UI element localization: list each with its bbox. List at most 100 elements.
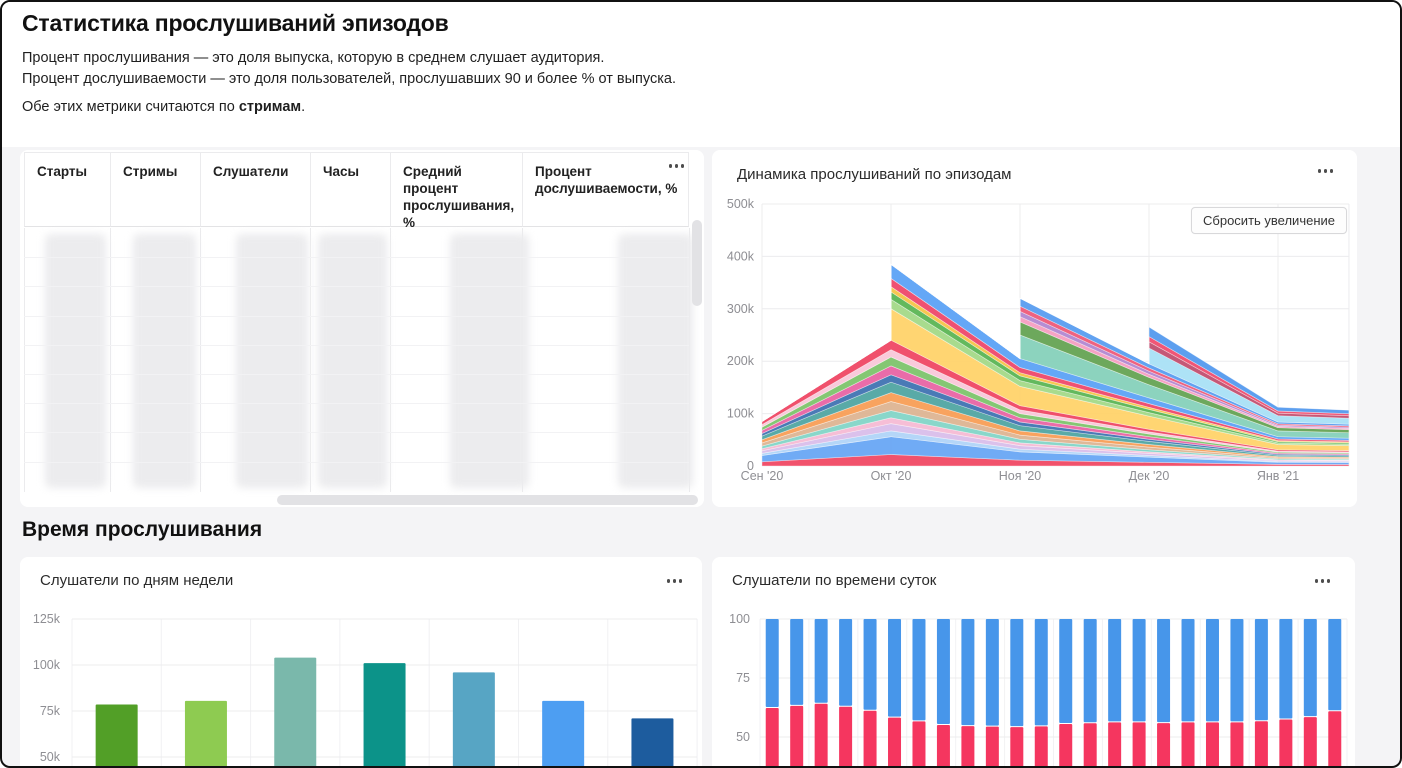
bar-segment-bottom	[1035, 726, 1048, 768]
bar-segment-bottom	[1206, 722, 1219, 768]
bar-segment-bottom	[1084, 723, 1097, 768]
ellipsis-icon	[1315, 579, 1319, 583]
bar-segment-top	[864, 619, 877, 710]
bar-segment-top	[1084, 619, 1097, 722]
y-axis-tick: 75	[736, 671, 750, 685]
bar-segment-bottom	[937, 725, 950, 768]
table-column-divider	[24, 228, 25, 492]
y-axis-tick: 100	[729, 612, 750, 626]
x-axis-tick: Окт '20	[871, 469, 912, 483]
episodes-table-card: СтартыСтримыСлушателиЧасыСредний процент…	[20, 150, 704, 507]
table-header-cell[interactable]: Слушатели	[200, 152, 310, 227]
blurred-cell-values	[450, 234, 529, 488]
horizontal-scrollbar[interactable]	[277, 495, 698, 505]
bar-segment-top	[1010, 619, 1023, 726]
bar-segment-top	[1230, 619, 1243, 721]
table-column-divider	[390, 228, 391, 492]
table-row-divider	[24, 403, 689, 404]
weekday-listeners-chart: 125k100k75k50k	[20, 597, 702, 768]
y-axis-tick: 50k	[40, 750, 61, 764]
y-axis-tick: 400k	[727, 249, 755, 263]
weekday-listeners-menu-button[interactable]	[663, 575, 687, 587]
daytime-listeners-chart: 100 75 50	[712, 597, 1355, 768]
bar-segment-bottom	[766, 708, 779, 768]
description-line-1: Процент прослушивания — это доля выпуска…	[22, 48, 604, 69]
x-axis-tick: Дек '20	[1129, 469, 1170, 483]
ellipsis-icon	[667, 579, 671, 583]
weekday-listeners-card: Слушатели по дням недели 125k100k75k50k	[20, 557, 702, 768]
bar	[364, 663, 406, 768]
episodes-dynamics-card: Динамика прослушиваний по эпизодам 500k4…	[712, 150, 1357, 507]
bar-segment-top	[961, 619, 974, 725]
bar-segment-top	[1328, 619, 1341, 710]
blurred-cell-values	[318, 234, 387, 488]
bar-segment-bottom	[1230, 722, 1243, 768]
episodes-table: СтартыСтримыСлушателиЧасыСредний процент…	[20, 150, 704, 507]
y-axis-tick: 100k	[33, 658, 61, 672]
table-header-cell[interactable]: Старты	[24, 152, 110, 227]
y-axis-tick: 200k	[727, 354, 755, 368]
table-row-divider	[24, 432, 689, 433]
bar-segment-top	[937, 619, 950, 724]
bar-segment-bottom	[986, 727, 999, 768]
table-menu-button[interactable]	[665, 160, 689, 172]
x-axis-tick: Янв '21	[1257, 469, 1299, 483]
bar	[631, 718, 673, 768]
bar-segment-top	[986, 619, 999, 726]
y-axis-tick: 75k	[40, 704, 61, 718]
table-row-divider	[24, 462, 689, 463]
metrics-note: Обе этих метрики считаются по стримам.	[22, 97, 305, 118]
table-column-divider	[200, 228, 201, 492]
bar-segment-top	[1279, 619, 1292, 719]
bar-segment-bottom	[1304, 717, 1317, 768]
blurred-cell-values	[236, 234, 308, 488]
daytime-listeners-menu-button[interactable]	[1311, 575, 1335, 587]
table-row-divider	[24, 374, 689, 375]
bar-segment-bottom	[1182, 722, 1195, 768]
bar-segment-top	[1182, 619, 1195, 721]
bar-segment-top	[1304, 619, 1317, 716]
table-row-divider	[24, 257, 689, 258]
bar-segment-bottom	[1133, 722, 1146, 768]
window-frame: Статистика прослушиваний эпизодов Процен…	[0, 0, 1402, 768]
bar-segment-top	[888, 619, 901, 717]
bar-segment-bottom	[815, 704, 828, 768]
vertical-scrollbar[interactable]	[692, 220, 702, 306]
weekday-listeners-title: Слушатели по дням недели	[40, 572, 233, 589]
reset-zoom-button[interactable]: Сбросить увеличение	[1191, 207, 1347, 234]
metrics-note-bold: стримам	[239, 99, 301, 115]
table-row-divider	[24, 345, 689, 346]
bar-segment-bottom	[839, 707, 852, 768]
bar-segment-top	[1108, 619, 1121, 721]
bar-segment-top	[790, 619, 803, 705]
bar-segment-top	[1157, 619, 1170, 722]
bar-segment-bottom	[1279, 720, 1292, 768]
bar-segment-top	[1035, 619, 1048, 725]
y-axis-tick: 500k	[727, 197, 755, 211]
blurred-cell-values	[618, 234, 693, 488]
bar-segment-bottom	[912, 721, 925, 768]
bar-segment-bottom	[790, 706, 803, 768]
description-line-2: Процент дослушиваемости — это доля польз…	[22, 69, 676, 90]
table-column-divider	[110, 228, 111, 492]
table-header-cell[interactable]: Средний процент прослушивания, %	[390, 152, 522, 227]
table-header-cell[interactable]: Стримы	[110, 152, 200, 227]
y-axis-tick: 300k	[727, 302, 755, 316]
page-title: Статистика прослушиваний эпизодов	[22, 10, 449, 37]
table-header-cell[interactable]: Часы	[310, 152, 390, 227]
y-axis-tick: 50	[736, 730, 750, 744]
section-title: Время прослушивания	[22, 518, 262, 542]
bar-segment-bottom	[1328, 711, 1341, 768]
ellipsis-icon	[669, 164, 673, 168]
y-axis-tick: 100k	[727, 407, 755, 421]
episodes-dynamics-chart: 500k400k300k200k100k0Сен '20Окт '20Ноя '…	[712, 150, 1357, 507]
bar-segment-top	[1133, 619, 1146, 721]
bar-segment-bottom	[1010, 727, 1023, 768]
bar-segment-top	[815, 619, 828, 703]
table-row-divider	[24, 316, 689, 317]
daytime-listeners-card: Слушатели по времени суток 1007550	[712, 557, 1355, 768]
bar-segment-top	[839, 619, 852, 706]
bar	[185, 701, 227, 768]
bar-segment-bottom	[888, 718, 901, 768]
bar	[542, 701, 584, 768]
